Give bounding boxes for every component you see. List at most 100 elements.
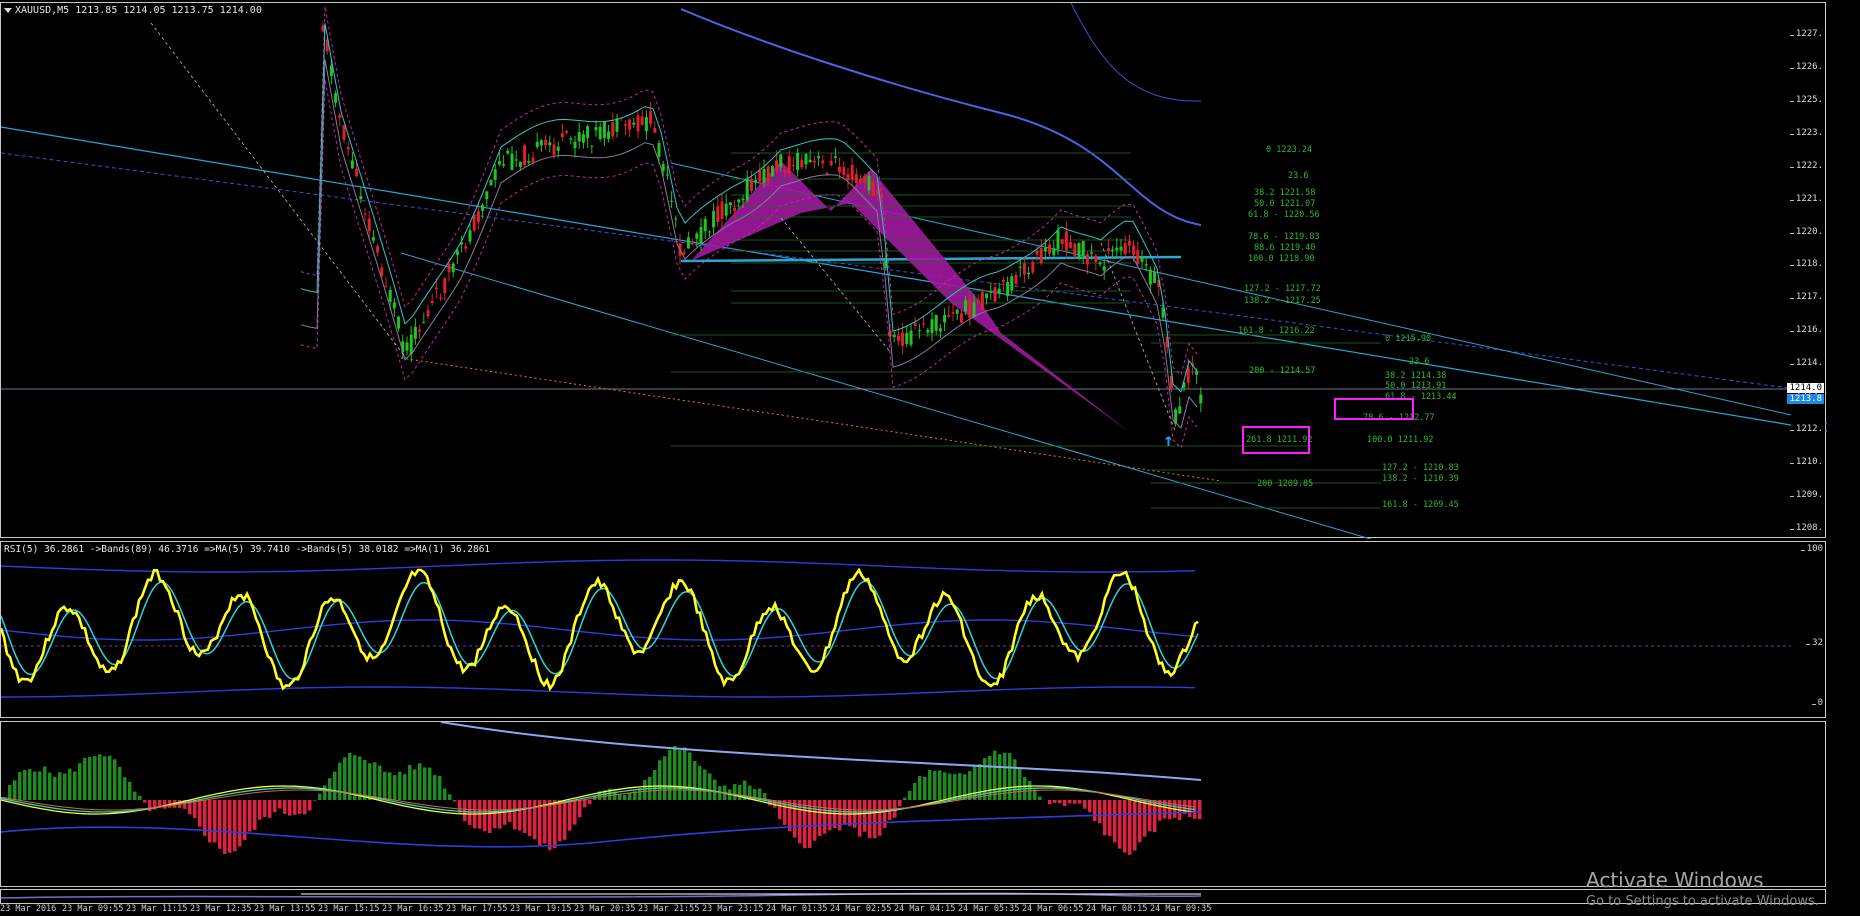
candle-body bbox=[1069, 241, 1073, 249]
candle-body bbox=[392, 302, 396, 309]
candle-body bbox=[493, 169, 497, 180]
histogram-chart[interactable] bbox=[1, 722, 1827, 888]
histogram-bar-negative bbox=[303, 800, 307, 815]
histogram-bar-negative bbox=[878, 800, 882, 836]
histogram-bar-negative bbox=[243, 800, 247, 840]
histogram-bar-negative bbox=[1133, 800, 1137, 851]
histogram-bar-positive bbox=[663, 756, 667, 800]
histogram-bar-negative bbox=[468, 800, 472, 826]
histogram-bar-negative bbox=[548, 800, 552, 851]
candle-body bbox=[1115, 247, 1119, 251]
candle-body bbox=[955, 309, 959, 314]
histogram-bar-negative bbox=[883, 800, 887, 828]
histogram-bar-positive bbox=[318, 793, 322, 800]
candle-body bbox=[1153, 271, 1157, 283]
time-axis-label: 24 Mar 08:15 bbox=[1086, 904, 1148, 914]
candle-body bbox=[607, 131, 611, 140]
fib-level-label: 200 - 1214.57 bbox=[1249, 366, 1316, 376]
histogram-bar-negative bbox=[863, 800, 867, 832]
candle-body bbox=[1199, 394, 1203, 404]
time-axis[interactable]: 23 Mar 2016 23 Mar 09:55 23 Mar 11:15 23 Ma… bbox=[0, 904, 1826, 916]
fib-level-label: 0 1215.90 bbox=[1385, 334, 1432, 344]
histogram-bar-positive bbox=[33, 771, 37, 800]
candle-body bbox=[1119, 246, 1123, 251]
time-axis-label: 23 Mar 23:15 bbox=[702, 904, 764, 914]
candle-body bbox=[539, 140, 543, 146]
candle-body bbox=[951, 312, 955, 314]
chevron-down-icon[interactable] bbox=[4, 7, 12, 13]
mini-indicator-pane[interactable] bbox=[0, 889, 1826, 904]
candle-body bbox=[1077, 243, 1081, 259]
current-price-tag: 1214.0 bbox=[1787, 383, 1824, 393]
histogram-bar-positive bbox=[333, 771, 337, 800]
candle-body bbox=[397, 316, 401, 329]
histogram-bar-positive bbox=[628, 792, 632, 800]
histogram-bar-negative bbox=[228, 800, 232, 853]
time-axis-label: 23 Mar 12:35 bbox=[190, 904, 252, 914]
candle-body bbox=[1127, 241, 1131, 246]
histogram-bar-negative bbox=[1073, 800, 1077, 804]
rsi-axis[interactable]: 100 32 0 bbox=[1791, 542, 1825, 717]
candle-body bbox=[649, 111, 653, 124]
candle-body bbox=[548, 142, 552, 146]
histogram-bar-positive bbox=[23, 769, 27, 800]
main-chart-pane[interactable]: XAUUSD,M5 1213.85 1214.05 1213.75 1214.0… bbox=[0, 2, 1827, 539]
histogram-bar-negative bbox=[263, 800, 267, 817]
candle-body bbox=[993, 287, 997, 302]
mini-indicator-chart bbox=[1, 892, 1202, 899]
histogram-bar-negative bbox=[1083, 800, 1087, 809]
histogram-bar-positive bbox=[443, 788, 447, 800]
candle-body bbox=[770, 165, 774, 177]
histogram-bar-positive bbox=[398, 771, 402, 800]
histogram-bar-negative bbox=[573, 800, 577, 825]
histogram-bar-negative bbox=[198, 800, 202, 827]
fib-level-label: 100.0 1218.90 bbox=[1248, 254, 1315, 264]
histogram-bar-negative bbox=[488, 800, 492, 834]
price-axis[interactable]: 1227. 1226. 1225. 1223. 1222. 1221. 1220. 1218.… bbox=[1789, 3, 1825, 537]
fib-level-label: 38.2 1221.58 bbox=[1254, 188, 1316, 198]
candle-body bbox=[812, 160, 816, 163]
candle-body bbox=[796, 152, 800, 171]
candle-body bbox=[359, 196, 363, 200]
candle-body bbox=[1043, 248, 1047, 252]
histogram-bar-negative bbox=[828, 800, 832, 831]
histogram-bar-positive bbox=[388, 772, 392, 800]
histogram-bar-negative bbox=[823, 800, 827, 834]
candle-body bbox=[775, 160, 779, 171]
histogram-bar-positive bbox=[418, 763, 422, 800]
candle-body bbox=[691, 243, 695, 245]
rsi-chart[interactable] bbox=[1, 542, 1827, 719]
rsi-indicator-pane[interactable]: RSI(5) 36.2861 ->Bands(89) 46.3716 =>MA(… bbox=[0, 541, 1826, 718]
histogram-bar-positive bbox=[408, 764, 412, 800]
candle-body bbox=[1073, 243, 1077, 256]
histogram-bar-negative bbox=[233, 800, 237, 852]
candle-body bbox=[510, 153, 514, 170]
candle-body bbox=[552, 144, 556, 155]
candle-body bbox=[833, 156, 837, 158]
price-axis-label: 1218. bbox=[1789, 259, 1823, 269]
histogram-indicator-pane[interactable] bbox=[0, 721, 1826, 887]
histogram-bar-negative bbox=[1098, 800, 1102, 824]
histogram-bar-positive bbox=[108, 755, 112, 800]
watermark-subtitle: Go to Settings to activate Windows. bbox=[1586, 894, 1819, 909]
histogram-bar-positive bbox=[373, 762, 377, 800]
fib-level-label: 138.2 - 1217.25 bbox=[1244, 296, 1321, 306]
histogram-bar-negative bbox=[273, 800, 277, 813]
histogram-bar-negative bbox=[293, 800, 297, 815]
candle-body bbox=[838, 166, 842, 173]
fib-level-label: 127.2 - 1217.72 bbox=[1244, 284, 1321, 294]
candle-body bbox=[766, 166, 770, 183]
candle-body bbox=[644, 117, 648, 132]
time-axis-label: 23 Mar 21:55 bbox=[638, 904, 700, 914]
histogram-bar-positive bbox=[913, 782, 917, 800]
candle-body bbox=[787, 156, 791, 174]
band-upper-line bbox=[440, 722, 1202, 781]
histogram-bar-positive bbox=[128, 781, 132, 800]
candle-body bbox=[661, 163, 665, 172]
price-chart[interactable] bbox=[1, 3, 1827, 539]
histogram-bar-negative bbox=[268, 800, 272, 818]
candle-body bbox=[762, 169, 766, 183]
histogram-bar-positive bbox=[433, 775, 437, 800]
candle-body bbox=[413, 326, 417, 339]
histogram-bar-positive bbox=[998, 754, 1002, 800]
